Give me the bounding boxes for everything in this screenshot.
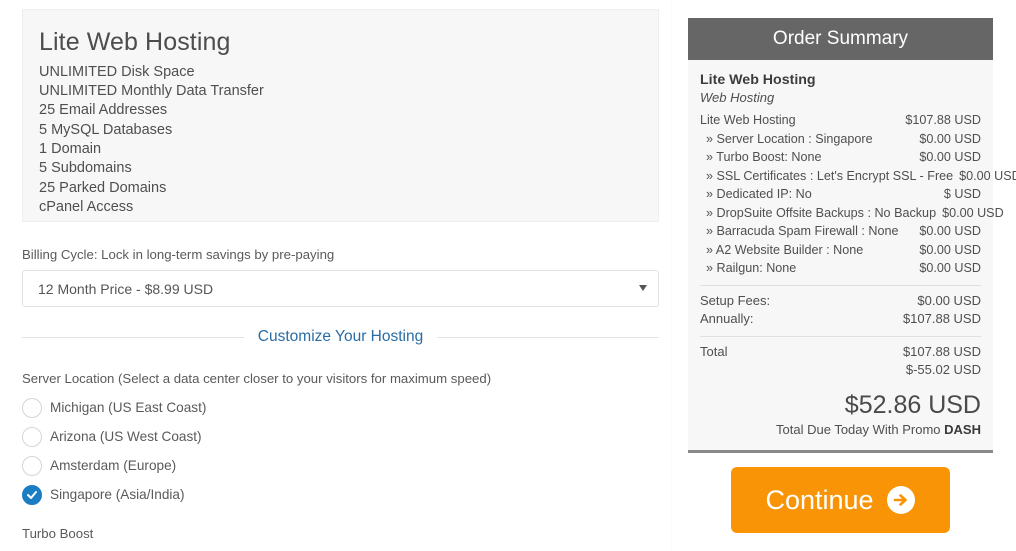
checkout-page: Lite Web Hosting UNLIMITED Disk Space UNL… (0, 0, 1016, 551)
radio-unselected-icon[interactable] (22, 397, 42, 418)
billing-cycle-select[interactable]: 12 Month Price - $8.99 USD (22, 270, 659, 307)
summary-total-label: Total (700, 343, 728, 359)
summary-line-item-name: Lite Web Hosting (700, 113, 796, 127)
summary-line-item-price: $0.00 USD (959, 168, 1016, 183)
summary-fee-label: Setup Fees: (700, 292, 771, 308)
summary-fee-row: Annually: $107.88 USD (700, 310, 981, 329)
server-location-option[interactable]: Amsterdam (Europe) (22, 451, 522, 480)
billing-cycle-selected-value: 12 Month Price - $8.99 USD (38, 281, 214, 297)
summary-line-item-name: » Dedicated IP: No (706, 187, 812, 201)
summary-line-item-price: $0.00 USD (919, 131, 981, 146)
summary-line-item-price: $0.00 USD (919, 224, 981, 238)
column-divider (671, 0, 672, 551)
summary-line-item-name: » Railgun: None (706, 261, 797, 275)
summary-line-item-name: » SSL Certificates : Let's Encrypt SSL -… (706, 168, 954, 183)
summary-line-item: » Server Location : Singapore $0.00 USD (700, 130, 981, 149)
order-summary-panel: Order Summary Lite Web Hosting Web Hosti… (688, 18, 1016, 453)
turbo-boost-label: Turbo Boost (22, 526, 94, 541)
summary-fee-price: $0.00 USD (917, 292, 981, 308)
summary-total-price: $107.88 USD (902, 343, 981, 359)
summary-separator-2 (700, 335, 981, 337)
server-location-option[interactable]: Michigan (US East Coast) (22, 393, 522, 422)
summary-line-item: » A2 Website Builder : None $0.00 USD (700, 241, 981, 260)
summary-line-item-price: $0.00 USD (919, 242, 981, 257)
server-location-option-label: Amsterdam (Europe) (50, 458, 177, 473)
summary-line-item: » Dedicated IP: No $ USD (700, 185, 981, 204)
server-location-option-label: Singapore (Asia/India) (50, 487, 185, 502)
summary-discount-row: $-55.02 USD (700, 361, 981, 380)
summary-line-item: » Barracuda Spam Firewall : None $0.00 US… (700, 222, 981, 241)
summary-promo-prefix: Total Due Today With Promo (776, 421, 945, 437)
summary-line-item: » DropSuite Offsite Backups : No Backup $… (700, 204, 1004, 223)
summary-line-item-price: $107.88 USD (905, 113, 981, 127)
plan-feature: 1 Domain (39, 140, 102, 157)
order-summary-header: Order Summary (688, 18, 993, 60)
summary-line-item-price: $ USD (943, 187, 981, 201)
customize-hosting-heading: Customize Your Hosting (257, 328, 424, 345)
summary-fee-price: $107.88 USD (902, 311, 981, 326)
plan-feature-list: UNLIMITED Disk Space UNLIMITED Monthly Da… (39, 63, 642, 217)
chevron-down-icon (639, 285, 647, 291)
summary-line-item-name: » Server Location : Singapore (706, 131, 873, 146)
radio-unselected-icon[interactable] (22, 426, 42, 447)
summary-line-item-name: » DropSuite Offsite Backups : No Backup (706, 205, 937, 220)
summary-total-row: Total $107.88 USD (700, 343, 981, 362)
server-location-label: Server Location (Select a data center cl… (22, 371, 492, 386)
customize-hosting-divider: Customize Your Hosting (22, 328, 660, 346)
summary-separator-1 (700, 284, 981, 286)
summary-product-name: Lite Web Hosting (700, 72, 816, 88)
billing-cycle-label: Billing Cycle: Lock in long-term savings… (22, 247, 335, 262)
summary-grand-total: $52.86 USD (844, 390, 981, 419)
summary-promo-line: Total Due Today With Promo DASH (700, 421, 981, 438)
server-location-option-label: Arizona (US West Coast) (50, 429, 202, 444)
plan-title: Lite Web Hosting (39, 28, 231, 56)
summary-line-item-name: » Turbo Boost: None (706, 150, 822, 164)
plan-feature: UNLIMITED Disk Space (39, 63, 195, 80)
summary-product-group: Web Hosting (700, 90, 775, 105)
radio-unselected-icon[interactable] (22, 455, 42, 476)
summary-fee-label: Annually: (700, 311, 754, 326)
server-location-option[interactable]: Singapore (Asia/India) (22, 480, 522, 509)
summary-line-item-price: $0.00 USD (919, 261, 981, 275)
summary-line-item: » Railgun: None $0.00 USD (700, 259, 981, 278)
plan-feature: 25 Parked Domains (39, 179, 167, 196)
plan-feature: 5 Subdomains (39, 160, 132, 177)
plan-feature: cPanel Access (39, 198, 134, 215)
continue-button[interactable]: Continue (731, 467, 950, 533)
plan-feature: UNLIMITED Monthly Data Transfer (39, 83, 264, 100)
summary-line-item: » SSL Certificates : Let's Encrypt SSL -… (700, 167, 1016, 186)
summary-line-item: » Turbo Boost: None $0.00 USD (700, 148, 981, 167)
divider-rule-left (22, 336, 244, 338)
summary-line-item-price: $0.00 USD (942, 205, 1004, 220)
server-location-option[interactable]: Arizona (US West Coast) (22, 422, 522, 451)
configuration-column: Lite Web Hosting UNLIMITED Disk Space UNL… (22, 0, 660, 551)
server-location-option-label: Michigan (US East Coast) (50, 400, 207, 415)
summary-discount-price: $-55.02 USD (905, 362, 981, 377)
plan-feature: 5 MySQL Databases (39, 121, 173, 138)
radio-selected-icon[interactable] (22, 484, 42, 505)
summary-line-item-price: $0.00 USD (919, 150, 981, 164)
summary-line-item: Lite Web Hosting $107.88 USD (700, 111, 981, 130)
summary-line-item-name: » A2 Website Builder : None (706, 242, 864, 257)
continue-button-label: Continue (765, 484, 874, 515)
summary-promo-code: DASH (944, 421, 981, 437)
summary-line-item-name: » Barracuda Spam Firewall : None (706, 224, 899, 238)
summary-line-items: Lite Web Hosting $107.88 USD » Server Loca… (700, 111, 1016, 278)
summary-fee-row: Setup Fees: $0.00 USD (700, 292, 981, 311)
order-summary-title: Order Summary (772, 28, 909, 49)
plan-feature: 25 Email Addresses (39, 102, 168, 119)
order-summary-body: Lite Web Hosting Web Hosting Lite Web Ho… (688, 60, 1016, 450)
arrow-right-circle-icon (886, 486, 915, 514)
plan-summary-box: Lite Web Hosting UNLIMITED Disk Space UNL… (22, 9, 659, 222)
summary-fees: Setup Fees: $0.00 USD Annually: $107.88 USD (700, 292, 981, 329)
server-location-radio-group: Michigan (US East Coast) Arizona (US West… (22, 393, 522, 509)
divider-rule-right (437, 336, 660, 338)
